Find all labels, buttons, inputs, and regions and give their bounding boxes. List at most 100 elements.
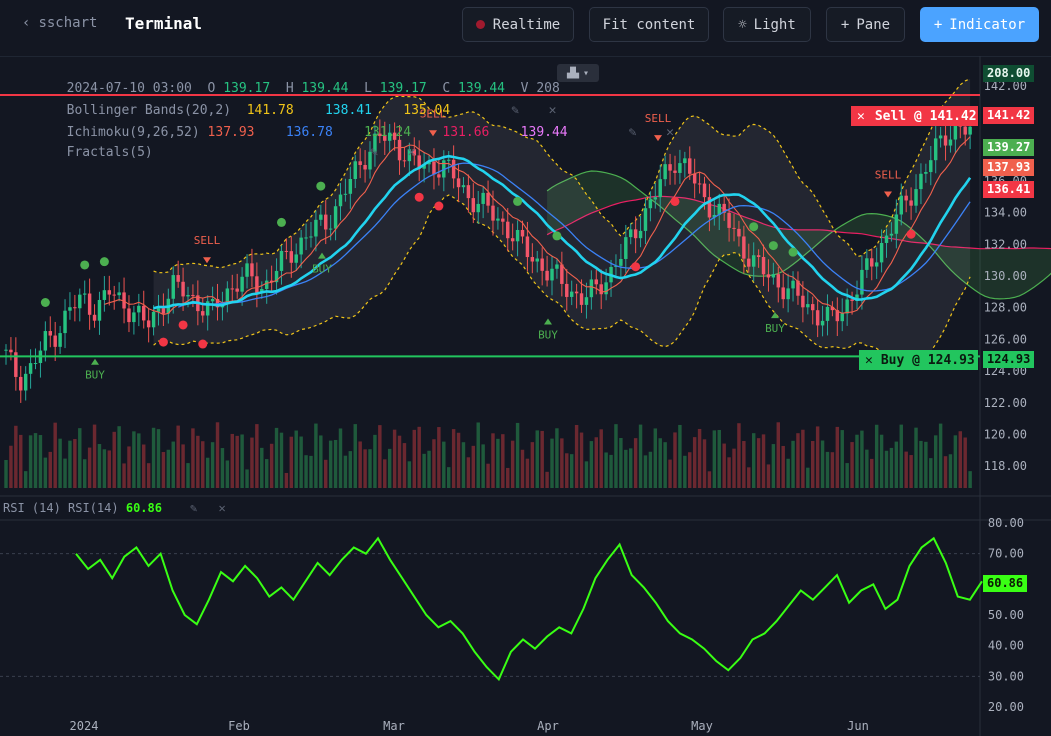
buy-signal-label: BUY xyxy=(765,322,785,335)
volume-bar xyxy=(33,433,38,488)
volume-bar xyxy=(560,438,564,488)
add-pane-button[interactable]: + Pane xyxy=(826,7,905,42)
candle-body xyxy=(446,159,451,161)
sell-signal-label: SELL xyxy=(875,169,902,182)
last-price-label: 139.27 xyxy=(983,139,1035,156)
edit-pencil-icon[interactable]: ✎ xyxy=(190,501,197,515)
candle-body xyxy=(230,288,234,290)
volume-bar xyxy=(515,422,520,488)
back-button[interactable]: ‹ sschart xyxy=(22,15,97,31)
candle-body xyxy=(825,306,830,321)
sell-order-tag[interactable]: ✕ Sell @ 141.42 xyxy=(851,106,978,126)
candle-body xyxy=(63,310,67,334)
volume-bar xyxy=(142,444,146,488)
candle-body xyxy=(737,228,741,237)
volume-bar xyxy=(451,429,456,488)
candle-body xyxy=(250,263,254,277)
fit-content-button[interactable]: Fit content xyxy=(589,7,709,42)
volume-bar xyxy=(284,472,289,488)
candle-body xyxy=(58,333,62,347)
buy-order-tag[interactable]: ✕ Buy @ 124.93 xyxy=(859,350,978,370)
volume-bar xyxy=(806,467,810,488)
back-label: sschart xyxy=(38,15,98,31)
volume-bar xyxy=(432,439,436,488)
volume-bar xyxy=(530,442,535,488)
candle-body xyxy=(599,284,603,295)
volume-bar xyxy=(210,442,215,488)
candle-body xyxy=(899,195,903,215)
candle-body xyxy=(810,304,815,311)
candle-body xyxy=(628,229,633,238)
edit-pencil-icon[interactable]: ✎ xyxy=(370,145,378,160)
candle-body xyxy=(688,158,692,174)
time-axis-label: 2024 xyxy=(70,719,99,733)
top-toolbar: ‹ sschart Terminal Realtime Fit content ☼… xyxy=(0,0,1051,57)
volume-bar xyxy=(48,451,52,488)
candle-body xyxy=(845,299,849,314)
volume-bar xyxy=(260,447,264,488)
realtime-button[interactable]: Realtime xyxy=(462,7,574,42)
close-icon[interactable]: ✕ xyxy=(865,353,873,368)
fractal-low-marker xyxy=(178,320,188,330)
candle-body xyxy=(840,313,844,322)
price-tick-label: 132.00 xyxy=(984,237,1027,251)
price-tick-label: 120.00 xyxy=(984,428,1027,442)
price-tick-label: 134.00 xyxy=(984,206,1027,220)
candle-body xyxy=(791,280,795,289)
volume-bar xyxy=(584,461,589,488)
volume-bar xyxy=(466,457,471,488)
edit-pencil-icon[interactable]: ✎ xyxy=(629,125,637,140)
close-icon[interactable]: ✕ xyxy=(218,501,225,515)
fractal-high-marker xyxy=(316,181,326,191)
add-indicator-button[interactable]: + Indicator xyxy=(920,7,1039,42)
close-icon[interactable]: ✕ xyxy=(857,109,865,124)
volume-bar xyxy=(594,437,599,488)
candle-body xyxy=(535,258,539,262)
volume-bar xyxy=(383,459,387,488)
volume-bar xyxy=(363,449,367,488)
rsi-series-name: RSI(14) xyxy=(68,501,119,515)
candle-body xyxy=(481,192,485,204)
volume-bar xyxy=(747,467,751,488)
volume-bar xyxy=(289,436,294,488)
volume-bar xyxy=(555,428,559,488)
volume-bar xyxy=(840,430,844,488)
candle-body xyxy=(924,172,928,174)
rsi-tick-label: 30.00 xyxy=(988,669,1024,683)
volume-bar xyxy=(82,459,87,488)
close-icon[interactable]: ✕ xyxy=(408,145,416,160)
candle-body xyxy=(107,290,112,295)
volume-bar xyxy=(506,467,510,488)
volume-bar xyxy=(304,455,308,488)
candle-body xyxy=(146,320,151,328)
candle-body xyxy=(186,294,190,297)
candle-body xyxy=(638,230,643,239)
kijun-price-label: 136.41 xyxy=(983,181,1035,198)
candle-body xyxy=(909,200,913,206)
candle-body xyxy=(702,183,707,198)
volume-bar xyxy=(501,434,505,488)
candle-body xyxy=(501,218,505,222)
volume-bar xyxy=(855,434,859,488)
candle-body xyxy=(801,295,805,308)
candle-body xyxy=(97,299,102,321)
candle-body xyxy=(732,227,736,229)
candle-body xyxy=(668,164,672,171)
volume-bar xyxy=(402,443,407,488)
light-theme-button[interactable]: ☼ Light xyxy=(723,7,811,42)
volume-bar xyxy=(28,435,33,488)
sell-arrow-icon xyxy=(884,191,892,198)
candle-body xyxy=(53,335,57,347)
fit-content-label: Fit content xyxy=(602,16,696,33)
pane-label: Pane xyxy=(856,16,891,33)
candle-body xyxy=(751,255,756,267)
volume-bar xyxy=(550,438,554,488)
volume-bar xyxy=(899,424,903,488)
volume-bar xyxy=(943,456,948,488)
candle-body xyxy=(683,158,687,164)
chart-type-dropdown[interactable]: ▟▙ ▾ xyxy=(557,64,599,82)
volume-bar xyxy=(220,448,225,488)
time-axis-label: Mar xyxy=(383,719,405,733)
close-icon[interactable]: ✕ xyxy=(666,125,674,140)
volume-bar xyxy=(245,469,249,488)
